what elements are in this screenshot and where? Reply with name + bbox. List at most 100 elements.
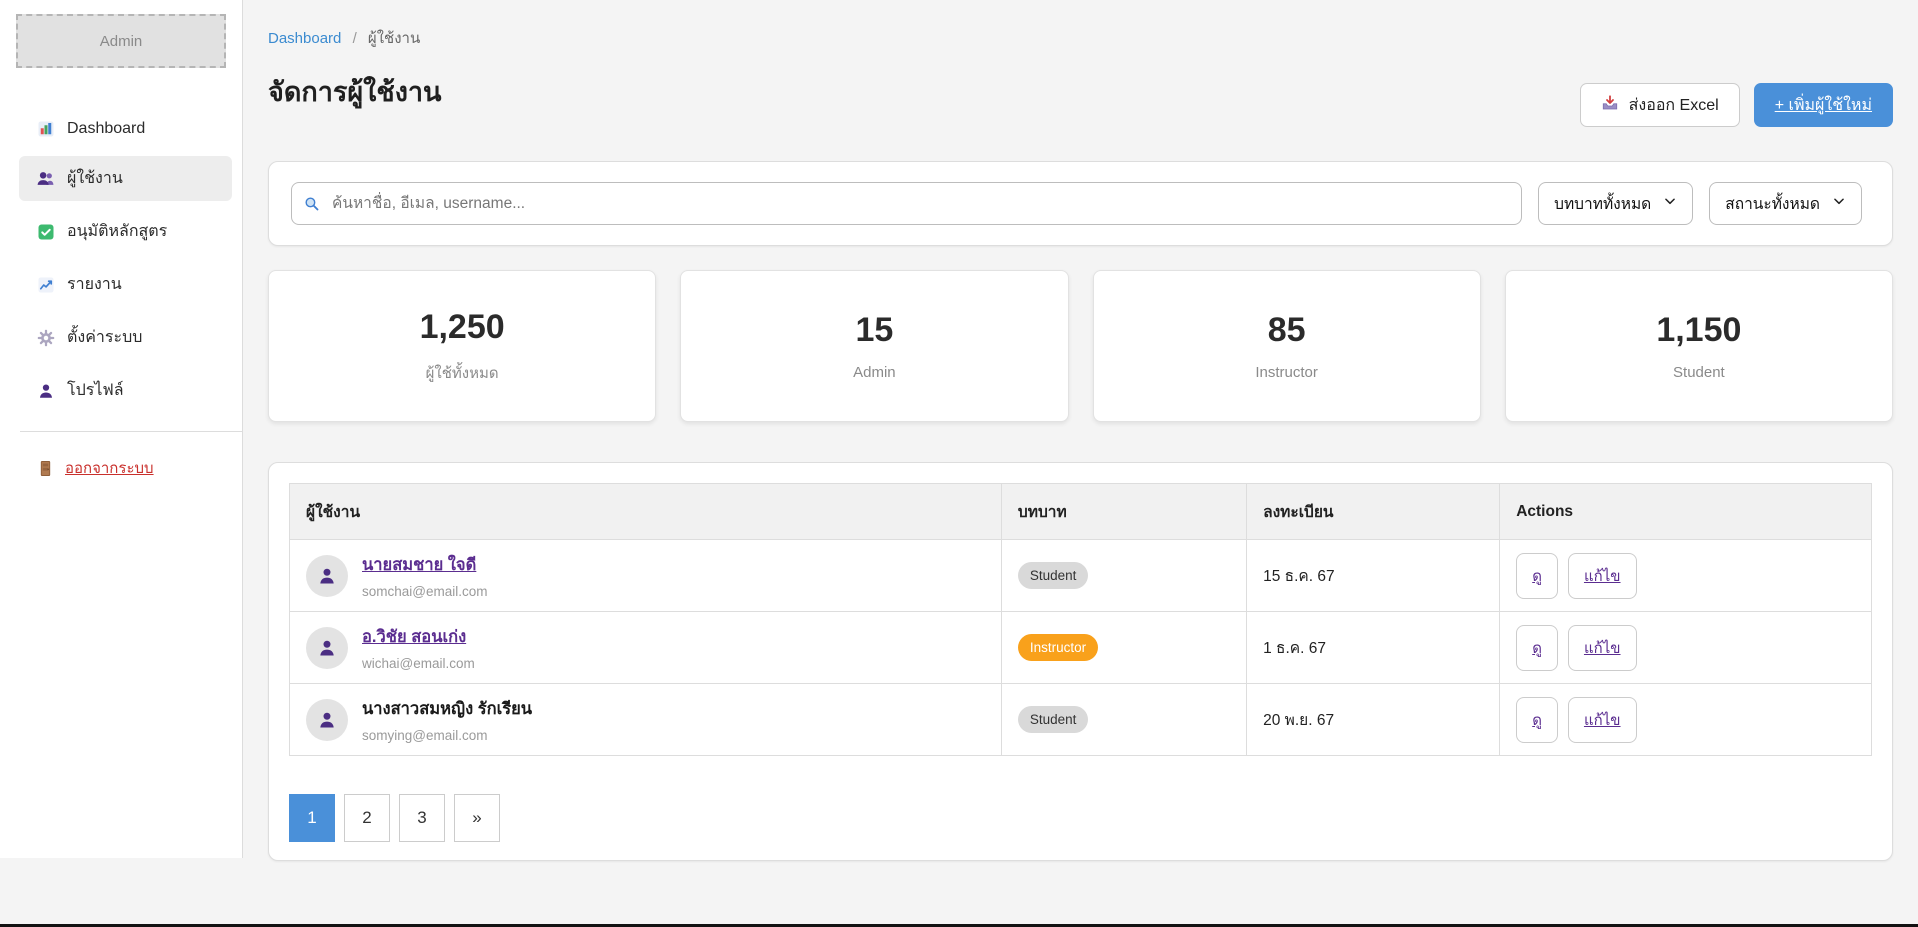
actions-cell: ดูแก้ไข: [1500, 612, 1872, 684]
user-email: somchai@email.com: [362, 584, 488, 599]
stat-value: 15: [855, 311, 893, 350]
stat-label: Admin: [853, 364, 896, 381]
sidebar-item-users[interactable]: ผู้ใช้งาน: [19, 156, 232, 201]
avatar: [306, 627, 348, 669]
stat-card: 15 Admin: [680, 270, 1068, 422]
sidebar-item-chart-up[interactable]: รายงาน: [19, 262, 232, 307]
user-name-link[interactable]: อ.วิชัย สอนเก่ง: [362, 624, 475, 650]
role-badge: Student: [1018, 706, 1089, 733]
page-button-2[interactable]: 2: [344, 794, 390, 842]
chart-up-icon: [36, 276, 55, 294]
view-button[interactable]: ดู: [1516, 697, 1558, 743]
role-badge: Student: [1018, 562, 1089, 589]
stat-label: Student: [1673, 364, 1725, 381]
edit-button[interactable]: แก้ไข: [1568, 697, 1637, 743]
avatar: [306, 555, 348, 597]
search-input[interactable]: [291, 182, 1522, 225]
sidebar-item-label: Dashboard: [67, 120, 145, 138]
sidebar-item-label: ตั้งค่าระบบ: [67, 325, 142, 350]
view-button[interactable]: ดู: [1516, 625, 1558, 671]
user-cell: อ.วิชัย สอนเก่ง wichai@email.com: [290, 612, 1002, 684]
sidebar-item-gear[interactable]: ตั้งค่าระบบ: [19, 315, 232, 360]
table-header-row: ผู้ใช้งานบทบาทลงทะเบียนActions: [290, 484, 1872, 540]
role-filter-select[interactable]: บทบาททั้งหมด: [1538, 182, 1693, 225]
logout-label: ออกจากระบบ: [65, 456, 154, 480]
stat-card: 85 Instructor: [1093, 270, 1481, 422]
edit-button[interactable]: แก้ไข: [1568, 625, 1637, 671]
sidebar-item-label: อนุมัติหลักสูตร: [67, 219, 167, 244]
pagination: 123»: [289, 794, 1872, 842]
sidebar-item-person[interactable]: โปรไฟล์: [19, 368, 232, 413]
status-filter-select[interactable]: สถานะทั้งหมด: [1709, 182, 1862, 225]
column-header: บทบาท: [1001, 484, 1246, 540]
breadcrumb-link-dashboard[interactable]: Dashboard: [268, 30, 341, 47]
sidebar-nav: Dashboard ผู้ใช้งานอนุมัติหลักสูตรรายงานต…: [0, 110, 242, 413]
search-box: [291, 182, 1522, 225]
user-email: wichai@email.com: [362, 656, 475, 671]
role-badge: Instructor: [1018, 634, 1098, 661]
chevron-down-icon: [1832, 194, 1846, 213]
role-cell: Student: [1001, 540, 1246, 612]
page-button-1[interactable]: 1: [289, 794, 335, 842]
user-email: somying@email.com: [362, 728, 532, 743]
logout-link[interactable]: ออกจากระบบ: [36, 456, 242, 480]
bar-chart-icon: [36, 120, 55, 138]
sidebar: Admin Dashboard ผู้ใช้งานอนุมัติหลักสูตรร…: [0, 0, 243, 858]
app-logo: Admin: [16, 14, 226, 68]
breadcrumb-separator: /: [353, 30, 357, 47]
add-user-label: + เพิ่มผู้ใช้ใหม่: [1775, 93, 1872, 118]
door-icon: [36, 460, 55, 477]
status-filter-value: สถานะทั้งหมด: [1725, 191, 1820, 216]
add-user-button[interactable]: + เพิ่มผู้ใช้ใหม่: [1754, 83, 1893, 127]
user-name-link[interactable]: นายสมชาย ใจดี: [362, 552, 488, 578]
breadcrumb: Dashboard / ผู้ใช้งาน: [268, 26, 1893, 50]
table-row: นางสาวสมหญิง รักเรียน somying@email.com St…: [290, 684, 1872, 756]
main-content: Dashboard / ผู้ใช้งาน จัดการผู้ใช้งาน ส่…: [244, 0, 1918, 861]
column-header: ผู้ใช้งาน: [290, 484, 1002, 540]
user-name: นางสาวสมหญิง รักเรียน: [362, 696, 532, 722]
column-header: ลงทะเบียน: [1247, 484, 1500, 540]
stat-value: 1,150: [1656, 311, 1741, 350]
page-button-3[interactable]: 3: [399, 794, 445, 842]
stat-card: 1,150 Student: [1505, 270, 1893, 422]
registered-date: 1 ธ.ค. 67: [1263, 640, 1326, 657]
actions-cell: ดูแก้ไข: [1500, 684, 1872, 756]
actions-cell: ดูแก้ไข: [1500, 540, 1872, 612]
registered-cell: 15 ธ.ค. 67: [1247, 540, 1500, 612]
role-cell: Student: [1001, 684, 1246, 756]
next-page-button[interactable]: »: [454, 794, 500, 842]
user-cell: นางสาวสมหญิง รักเรียน somying@email.com: [290, 684, 1002, 756]
sidebar-item-check[interactable]: อนุมัติหลักสูตร: [19, 209, 232, 254]
gear-icon: [36, 329, 55, 347]
sidebar-item-bar-chart[interactable]: Dashboard: [19, 110, 232, 148]
sidebar-item-label: รายงาน: [67, 272, 122, 297]
sidebar-item-label: ผู้ใช้งาน: [67, 166, 123, 191]
search-icon: [303, 195, 320, 217]
check-icon: [36, 223, 55, 241]
registered-date: 20 พ.ย. 67: [1263, 712, 1334, 729]
users-table: ผู้ใช้งานบทบาทลงทะเบียนActions นายสมชาย …: [289, 483, 1872, 756]
filter-panel: บทบาททั้งหมด สถานะทั้งหมด: [268, 161, 1893, 246]
stats-row: 1,250ผู้ใช้ทั้งหมด15Admin85Instructor1,1…: [268, 270, 1893, 422]
person-icon: [36, 382, 55, 400]
user-cell: นายสมชาย ใจดี somchai@email.com: [290, 540, 1002, 612]
registered-cell: 20 พ.ย. 67: [1247, 684, 1500, 756]
table-row: อ.วิชัย สอนเก่ง wichai@email.com Instructo…: [290, 612, 1872, 684]
chevron-down-icon: [1663, 194, 1677, 213]
stat-value: 85: [1268, 311, 1306, 350]
header-actions: ส่งออก Excel + เพิ่มผู้ใช้ใหม่: [1580, 83, 1893, 127]
users-icon: [36, 169, 55, 188]
role-filter-value: บทบาททั้งหมด: [1554, 191, 1651, 216]
export-excel-button[interactable]: ส่งออก Excel: [1580, 83, 1740, 127]
stat-label: ผู้ใช้ทั้งหมด: [426, 361, 499, 385]
view-button[interactable]: ดู: [1516, 553, 1558, 599]
export-excel-label: ส่งออก Excel: [1629, 93, 1719, 118]
download-icon: [1601, 94, 1619, 117]
stat-label: Instructor: [1255, 364, 1318, 381]
edit-button[interactable]: แก้ไข: [1568, 553, 1637, 599]
users-table-panel: ผู้ใช้งานบทบาทลงทะเบียนActions นายสมชาย …: [268, 462, 1893, 861]
registered-cell: 1 ธ.ค. 67: [1247, 612, 1500, 684]
registered-date: 15 ธ.ค. 67: [1263, 568, 1335, 585]
avatar: [306, 699, 348, 741]
sidebar-item-label: โปรไฟล์: [67, 378, 124, 403]
